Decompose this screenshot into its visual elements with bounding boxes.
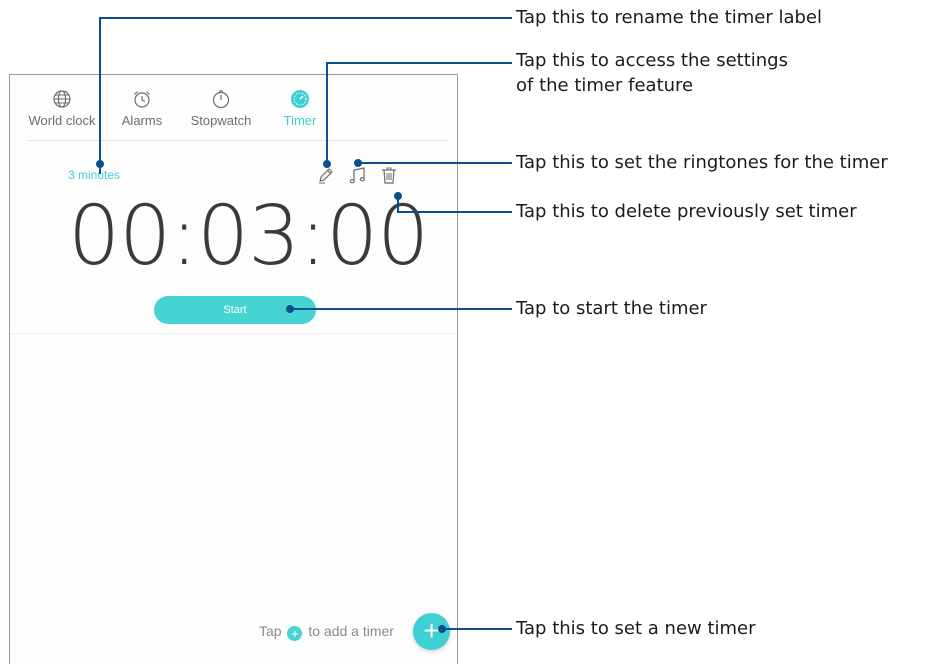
tab-timer-label: Timer	[283, 113, 317, 128]
add-timer-button[interactable]: +	[413, 613, 450, 650]
pencil-icon[interactable]	[316, 165, 336, 185]
tab-divider	[28, 140, 448, 141]
tab-timer[interactable]: Timer	[280, 89, 320, 128]
tab-alarms[interactable]: Alarms	[118, 89, 166, 128]
tab-stopwatch-label: Stopwatch	[190, 113, 252, 128]
callout-ringtones: Tap this to set the ringtones for the ti…	[516, 152, 888, 173]
callout-rename: Tap this to rename the timer label	[516, 7, 822, 28]
phone-screen: World clock Alarms Stopwatch Timer 3 min…	[9, 74, 458, 664]
trash-icon[interactable]	[379, 165, 399, 185]
tab-bar: World clock Alarms Stopwatch Timer	[10, 75, 457, 141]
timer-label[interactable]: 3 minutes	[68, 168, 120, 182]
plus-icon: +	[287, 626, 303, 641]
tab-world-clock-label: World clock	[28, 113, 96, 128]
stopwatch-icon	[212, 90, 230, 109]
callout-settings-line2: of the timer feature	[516, 75, 694, 96]
tab-stopwatch[interactable]: Stopwatch	[188, 89, 254, 128]
add-timer-hint-prefix: Tap	[259, 623, 282, 639]
add-timer-hint-suffix: to add a timer	[308, 623, 394, 639]
globe-icon	[53, 90, 71, 108]
music-note-icon[interactable]	[348, 166, 368, 186]
callout-delete: Tap this to delete previously set timer	[516, 201, 857, 222]
callout-start: Tap to start the timer	[516, 298, 707, 319]
alarm-clock-icon	[134, 91, 150, 108]
start-button[interactable]: Start	[154, 296, 316, 324]
section-divider	[10, 333, 457, 334]
callout-new-timer: Tap this to set a new timer	[516, 618, 756, 639]
add-timer-hint: Tap + to add a timer	[259, 623, 394, 641]
tab-alarms-label: Alarms	[121, 113, 163, 128]
timer-time-display[interactable]: 00:03:00	[68, 187, 429, 287]
callout-settings-line1: Tap this to access the settings	[516, 50, 788, 71]
tab-world-clock[interactable]: World clock	[26, 89, 98, 128]
timer-icon	[291, 90, 309, 108]
